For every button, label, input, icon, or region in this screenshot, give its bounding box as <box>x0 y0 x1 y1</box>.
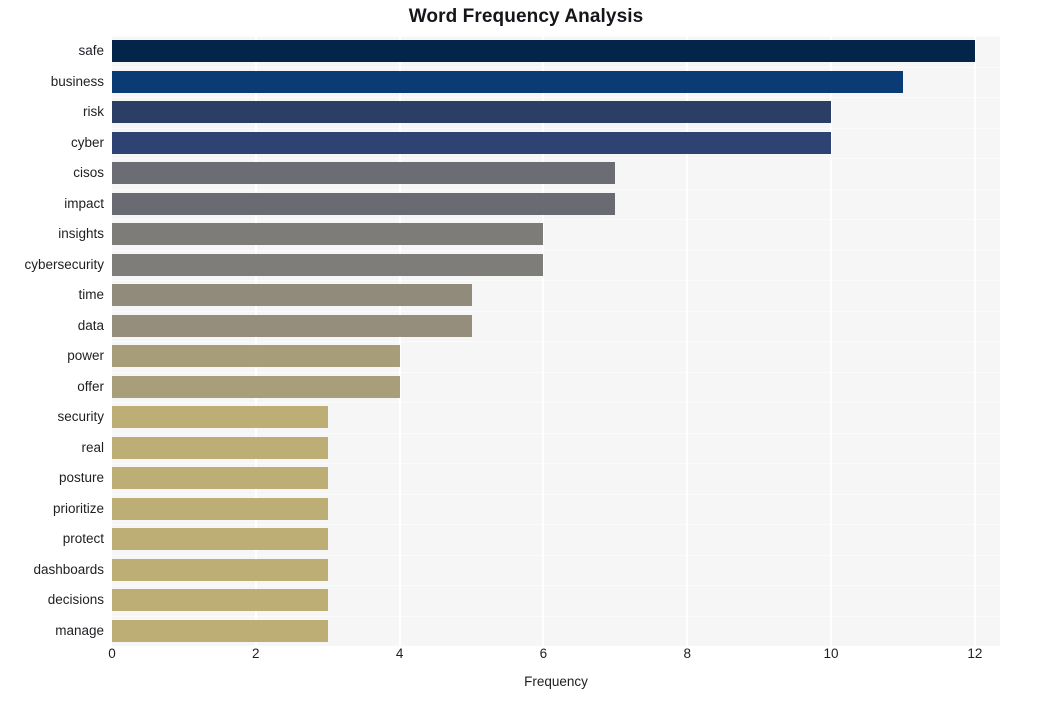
y-tick-label-dashboards: dashboards <box>33 561 104 577</box>
bar-row <box>112 40 1000 63</box>
bar-real[interactable] <box>112 436 328 459</box>
bar-decisions[interactable] <box>112 589 328 612</box>
bar-row <box>112 192 1000 215</box>
bar-row <box>112 131 1000 154</box>
bar-row <box>112 345 1000 368</box>
y-tick-label-power: power <box>67 348 104 364</box>
bar-business[interactable] <box>112 70 903 93</box>
y-axis-labels: safe business risk cyber cisos impact insights… <box>0 36 104 646</box>
bar-data[interactable] <box>112 314 472 337</box>
bar-row <box>112 528 1000 551</box>
bar-risk[interactable] <box>112 101 832 124</box>
bar-safe[interactable] <box>112 40 975 63</box>
x-axis-ticks: 0 2 4 6 8 10 12 <box>108 646 1000 672</box>
x-tick-label-2: 2 <box>252 646 260 661</box>
y-tick-label-insights: insights <box>58 226 104 242</box>
bar-security[interactable] <box>112 406 328 429</box>
bar-row <box>112 70 1000 93</box>
y-tick-label-offer: offer <box>77 378 104 394</box>
x-tick-label-12: 12 <box>967 646 983 661</box>
y-tick-label-prioritize: prioritize <box>52 500 104 516</box>
bar-row <box>112 284 1000 307</box>
y-tick-label-risk: risk <box>83 104 104 120</box>
bar-time[interactable] <box>112 284 472 307</box>
word-frequency-chart: Word Frequency Analysis safe business risk… <box>0 0 1052 701</box>
y-tick-label-decisions: decisions <box>47 592 104 608</box>
bar-cyber[interactable] <box>112 131 832 154</box>
y-tick-label-real: real <box>81 439 104 455</box>
y-tick-label-impact: impact <box>64 195 104 211</box>
y-tick-label-posture: posture <box>58 470 104 486</box>
y-tick-label-cyber: cyber <box>70 134 104 150</box>
bar-insights[interactable] <box>112 223 544 246</box>
bar-row <box>112 589 1000 612</box>
bars-layer <box>112 36 1000 646</box>
bar-cisos[interactable] <box>112 162 616 185</box>
bar-offer[interactable] <box>112 375 400 398</box>
bar-row <box>112 619 1000 642</box>
y-tick-label-security: security <box>57 409 104 425</box>
bar-posture[interactable] <box>112 467 328 490</box>
y-tick-label-safe: safe <box>78 43 104 59</box>
y-tick-label-data: data <box>77 317 104 333</box>
y-tick-label-business: business <box>50 73 104 89</box>
bar-row <box>112 558 1000 581</box>
bar-row <box>112 375 1000 398</box>
x-tick-label-0: 0 <box>108 646 116 661</box>
bar-impact[interactable] <box>112 192 616 215</box>
y-tick-label-protect: protect <box>62 531 104 547</box>
bar-row <box>112 101 1000 124</box>
x-tick-label-6: 6 <box>539 646 548 661</box>
plot-area <box>112 36 1000 646</box>
chart-title: Word Frequency Analysis <box>408 6 644 27</box>
bar-row <box>112 223 1000 246</box>
x-tick-label-8: 8 <box>683 646 691 661</box>
bar-row <box>112 406 1000 429</box>
y-tick-label-cybersecurity: cybersecurity <box>24 256 104 272</box>
bar-prioritize[interactable] <box>112 497 328 520</box>
y-tick-label-manage: manage <box>55 622 104 638</box>
x-tick-label-4: 4 <box>395 646 404 661</box>
bar-manage[interactable] <box>112 619 328 642</box>
y-tick-label-time: time <box>78 287 104 303</box>
bar-row <box>112 497 1000 520</box>
bar-row <box>112 436 1000 459</box>
bar-dashboards[interactable] <box>112 558 328 581</box>
bar-cybersecurity[interactable] <box>112 253 544 276</box>
x-tick-label-10: 10 <box>823 646 839 661</box>
bar-row <box>112 314 1000 337</box>
y-tick-label-cisos: cisos <box>73 165 104 181</box>
bar-row <box>112 467 1000 490</box>
bar-row <box>112 253 1000 276</box>
x-axis-title: Frequency <box>524 674 588 689</box>
bar-protect[interactable] <box>112 528 328 551</box>
bar-power[interactable] <box>112 345 400 368</box>
bar-row <box>112 162 1000 185</box>
